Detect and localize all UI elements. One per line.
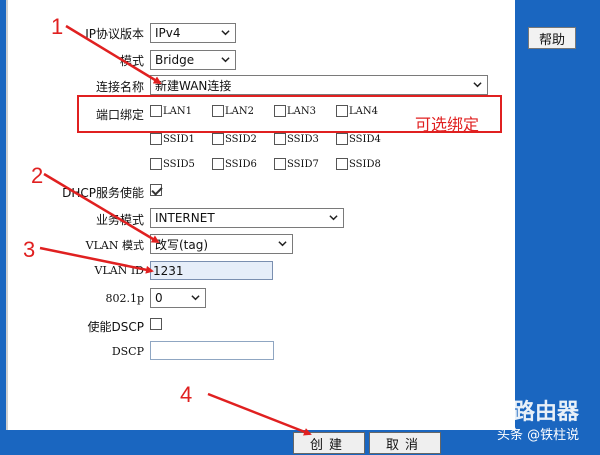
port-ssid3-checkbox[interactable]: SSID3 [274,133,319,145]
connection-name-value: 新建WAN连接 [155,78,232,93]
port-ssid2-checkbox[interactable]: SSID2 [212,133,257,145]
annotation-number-2: 2 [31,163,44,188]
service-mode-label: 业务模式 [95,213,144,227]
cancel-button[interactable]: 取消 [369,432,441,454]
dscp-input[interactable] [150,341,274,360]
port-ssid5-checkbox[interactable]: SSID5 [150,158,195,170]
checkbox[interactable] [150,158,162,170]
vlan-id-label: VLAN ID [94,264,144,277]
p8021-select[interactable]: 0 [150,288,206,308]
dscp-label: DSCP [111,345,144,358]
vlan-mode-select[interactable]: 改写(tag) [150,234,293,254]
watermark-brand: 路由器 [513,400,580,425]
create-button[interactable]: 创建 [293,432,365,454]
left-frame-border [6,0,8,430]
checkbox[interactable] [336,133,348,145]
chevron-down-icon [221,30,230,36]
port-ssid6-label: SSID6 [225,158,257,170]
port-ssid1-checkbox[interactable]: SSID1 [150,133,195,145]
vlan-id-input[interactable]: 1231 [150,261,273,280]
dhcp-label: DHCP服务使能 [62,186,144,200]
port-ssid8-label: SSID8 [349,158,381,170]
checkbox[interactable] [150,133,162,145]
p8021-label: 802.1p [105,292,144,305]
port-ssid2-label: SSID2 [225,133,257,145]
port-ssid4-label: SSID4 [349,133,381,145]
router-logo-icon [482,397,508,423]
port-ssid1-label: SSID1 [163,133,195,145]
chevron-down-icon [191,295,200,301]
dscp-enable-checkbox[interactable] [150,318,163,330]
help-button[interactable]: 帮助 [528,27,576,49]
annotation-number-3: 3 [23,237,36,262]
chevron-down-icon [329,215,338,221]
checkbox[interactable] [150,318,162,330]
ip-version-value: IPv4 [155,26,181,40]
ip-version-label: IP协议版本 [85,27,144,41]
checkbox[interactable] [212,133,224,145]
checkbox-checked[interactable] [150,184,162,196]
vlan-mode-label: VLAN 模式 [85,239,144,252]
port-ssid5-label: SSID5 [163,158,195,170]
mode-label: 模式 [119,54,144,68]
ip-version-select[interactable]: IPv4 [150,23,236,43]
chevron-down-icon [278,241,287,247]
port-ssid7-label: SSID7 [287,158,319,170]
checkbox[interactable] [274,158,286,170]
vlan-mode-value: 改写(tag) [155,237,209,252]
p8021-value: 0 [155,291,163,305]
port-ssid8-checkbox[interactable]: SSID8 [336,158,381,170]
optional-binding-annotation: 可选绑定 [415,115,480,134]
connection-name-select[interactable]: 新建WAN连接 [150,75,488,95]
port-ssid4-checkbox[interactable]: SSID4 [336,133,381,145]
chevron-down-icon [221,57,230,63]
checkbox[interactable] [274,133,286,145]
mode-value: Bridge [155,53,195,67]
dscp-enable-label: 使能DSCP [87,320,144,334]
chevron-down-icon [473,82,482,88]
right-help-panel [515,0,600,430]
service-mode-value: INTERNET [155,211,215,225]
service-mode-select[interactable]: INTERNET [150,208,344,228]
port-ssid6-checkbox[interactable]: SSID6 [212,158,257,170]
annotation-arrow-4 [207,392,312,436]
annotation-number-4: 4 [180,382,193,407]
watermark-author: 头条 @铁柱说 [497,428,580,443]
port-ssid7-checkbox[interactable]: SSID7 [274,158,319,170]
connection-name-label: 连接名称 [95,80,144,94]
port-ssid3-label: SSID3 [287,133,319,145]
dhcp-checkbox[interactable] [150,184,163,196]
checkbox[interactable] [336,158,348,170]
annotation-number-1: 1 [51,14,64,39]
checkbox[interactable] [212,158,224,170]
mode-select[interactable]: Bridge [150,50,236,70]
